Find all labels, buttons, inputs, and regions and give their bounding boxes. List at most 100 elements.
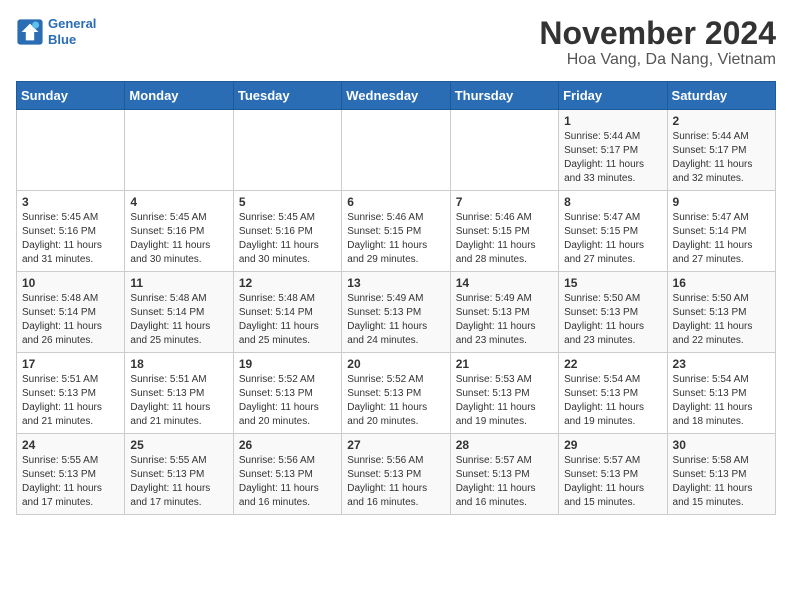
calendar-cell: 8 Sunrise: 5:47 AM Sunset: 5:15 PM Daylig… [559, 191, 667, 272]
calendar-header-row: SundayMondayTuesdayWednesdayThursdayFrid… [17, 82, 776, 110]
calendar-week-row: 10 Sunrise: 5:48 AM Sunset: 5:14 PM Dayli… [17, 272, 776, 353]
day-info: Sunrise: 5:47 AM Sunset: 5:15 PM Dayligh… [564, 211, 661, 267]
calendar-cell: 14 Sunrise: 5:49 AM Sunset: 5:13 PM Dayli… [450, 272, 558, 353]
day-info: Sunrise: 5:46 AM Sunset: 5:15 PM Dayligh… [456, 211, 553, 267]
calendar-table: SundayMondayTuesdayWednesdayThursdayFrid… [16, 81, 776, 515]
day-number: 21 [456, 357, 553, 371]
day-number: 1 [564, 114, 661, 128]
calendar-cell: 23 Sunrise: 5:54 AM Sunset: 5:13 PM Dayli… [667, 353, 775, 434]
day-number: 17 [22, 357, 119, 371]
calendar-cell: 6 Sunrise: 5:46 AM Sunset: 5:15 PM Daylig… [342, 191, 450, 272]
page-header: General Blue November 2024 Hoa Vang, Da … [16, 16, 776, 69]
day-header-tuesday: Tuesday [233, 82, 341, 110]
calendar-cell: 28 Sunrise: 5:57 AM Sunset: 5:13 PM Dayli… [450, 434, 558, 515]
calendar-cell: 22Sunrise: 5:54 AM Sunset: 5:13 PM Dayli… [559, 353, 667, 434]
calendar-cell: 13Sunrise: 5:49 AM Sunset: 5:13 PM Dayli… [342, 272, 450, 353]
day-number: 18 [130, 357, 227, 371]
calendar-week-row: 17 Sunrise: 5:51 AM Sunset: 5:13 PM Dayli… [17, 353, 776, 434]
day-info: Sunrise: 5:55 AM Sunset: 5:13 PM Dayligh… [22, 454, 119, 510]
day-info: Sunrise: 5:57 AM Sunset: 5:13 PM Dayligh… [564, 454, 661, 510]
day-info: Sunrise: 5:45 AM Sunset: 5:16 PM Dayligh… [22, 211, 119, 267]
calendar-cell [233, 110, 341, 191]
calendar-cell [450, 110, 558, 191]
day-info: Sunrise: 5:55 AM Sunset: 5:13 PM Dayligh… [130, 454, 227, 510]
calendar-cell: 18 Sunrise: 5:51 AM Sunset: 5:13 PM Dayli… [125, 353, 233, 434]
day-number: 29 [564, 438, 661, 452]
calendar-cell: 20Sunrise: 5:52 AM Sunset: 5:13 PM Dayli… [342, 353, 450, 434]
day-info: Sunrise: 5:54 AM Sunset: 5:13 PM Dayligh… [564, 373, 661, 429]
day-info: Sunrise: 5:50 AM Sunset: 5:13 PM Dayligh… [564, 292, 661, 348]
day-number: 19 [239, 357, 336, 371]
day-info: Sunrise: 5:44 AM Sunset: 5:17 PM Dayligh… [673, 130, 770, 186]
logo-line2: Blue [48, 32, 76, 47]
calendar-cell: 4 Sunrise: 5:45 AM Sunset: 5:16 PM Daylig… [125, 191, 233, 272]
day-info: Sunrise: 5:49 AM Sunset: 5:13 PM Dayligh… [456, 292, 553, 348]
calendar-cell: 19 Sunrise: 5:52 AM Sunset: 5:13 PM Dayli… [233, 353, 341, 434]
day-number: 30 [673, 438, 770, 452]
day-number: 28 [456, 438, 553, 452]
day-header-thursday: Thursday [450, 82, 558, 110]
day-number: 6 [347, 195, 444, 209]
calendar-cell [125, 110, 233, 191]
calendar-cell: 26 Sunrise: 5:56 AM Sunset: 5:13 PM Dayli… [233, 434, 341, 515]
day-header-wednesday: Wednesday [342, 82, 450, 110]
day-info: Sunrise: 5:51 AM Sunset: 5:13 PM Dayligh… [130, 373, 227, 429]
day-number: 20 [347, 357, 444, 371]
day-info: Sunrise: 5:56 AM Sunset: 5:13 PM Dayligh… [239, 454, 336, 510]
day-info: Sunrise: 5:46 AM Sunset: 5:15 PM Dayligh… [347, 211, 444, 267]
day-info: Sunrise: 5:44 AM Sunset: 5:17 PM Dayligh… [564, 130, 661, 186]
calendar-cell: 5 Sunrise: 5:45 AM Sunset: 5:16 PM Daylig… [233, 191, 341, 272]
calendar-week-row: 3 Sunrise: 5:45 AM Sunset: 5:16 PM Daylig… [17, 191, 776, 272]
day-number: 7 [456, 195, 553, 209]
day-info: Sunrise: 5:52 AM Sunset: 5:13 PM Dayligh… [239, 373, 336, 429]
logo-text: General Blue [48, 16, 96, 47]
day-number: 3 [22, 195, 119, 209]
day-info: Sunrise: 5:48 AM Sunset: 5:14 PM Dayligh… [130, 292, 227, 348]
calendar-cell: 24 Sunrise: 5:55 AM Sunset: 5:13 PM Dayli… [17, 434, 125, 515]
day-number: 10 [22, 276, 119, 290]
calendar-cell [342, 110, 450, 191]
day-info: Sunrise: 5:50 AM Sunset: 5:13 PM Dayligh… [673, 292, 770, 348]
day-header-friday: Friday [559, 82, 667, 110]
day-number: 5 [239, 195, 336, 209]
calendar-cell: 21 Sunrise: 5:53 AM Sunset: 5:13 PM Dayli… [450, 353, 558, 434]
calendar-week-row: 24 Sunrise: 5:55 AM Sunset: 5:13 PM Dayli… [17, 434, 776, 515]
day-number: 24 [22, 438, 119, 452]
calendar-cell: 3 Sunrise: 5:45 AM Sunset: 5:16 PM Daylig… [17, 191, 125, 272]
calendar-cell: 16 Sunrise: 5:50 AM Sunset: 5:13 PM Dayli… [667, 272, 775, 353]
calendar-cell: 12 Sunrise: 5:48 AM Sunset: 5:14 PM Dayli… [233, 272, 341, 353]
calendar-cell: 29 Sunrise: 5:57 AM Sunset: 5:13 PM Dayli… [559, 434, 667, 515]
day-header-monday: Monday [125, 82, 233, 110]
calendar-cell: 15 Sunrise: 5:50 AM Sunset: 5:13 PM Dayli… [559, 272, 667, 353]
day-info: Sunrise: 5:53 AM Sunset: 5:13 PM Dayligh… [456, 373, 553, 429]
day-number: 14 [456, 276, 553, 290]
calendar-cell: 10Sunrise: 5:48 AM Sunset: 5:14 PM Dayli… [17, 272, 125, 353]
logo: General Blue [16, 16, 96, 47]
day-info: Sunrise: 5:54 AM Sunset: 5:13 PM Dayligh… [673, 373, 770, 429]
calendar-cell: 25 Sunrise: 5:55 AM Sunset: 5:13 PM Dayli… [125, 434, 233, 515]
day-number: 27 [347, 438, 444, 452]
day-number: 9 [673, 195, 770, 209]
day-number: 23 [673, 357, 770, 371]
calendar-week-row: 1 Sunrise: 5:44 AM Sunset: 5:17 PM Daylig… [17, 110, 776, 191]
day-number: 15 [564, 276, 661, 290]
day-number: 16 [673, 276, 770, 290]
day-number: 4 [130, 195, 227, 209]
day-info: Sunrise: 5:47 AM Sunset: 5:14 PM Dayligh… [673, 211, 770, 267]
day-info: Sunrise: 5:48 AM Sunset: 5:14 PM Dayligh… [239, 292, 336, 348]
day-number: 12 [239, 276, 336, 290]
day-number: 25 [130, 438, 227, 452]
day-header-sunday: Sunday [17, 82, 125, 110]
calendar-cell: 9 Sunrise: 5:47 AM Sunset: 5:14 PM Daylig… [667, 191, 775, 272]
day-info: Sunrise: 5:56 AM Sunset: 5:13 PM Dayligh… [347, 454, 444, 510]
day-info: Sunrise: 5:45 AM Sunset: 5:16 PM Dayligh… [239, 211, 336, 267]
day-number: 8 [564, 195, 661, 209]
day-info: Sunrise: 5:45 AM Sunset: 5:16 PM Dayligh… [130, 211, 227, 267]
logo-icon [16, 18, 44, 46]
day-number: 13 [347, 276, 444, 290]
calendar-cell: 1 Sunrise: 5:44 AM Sunset: 5:17 PM Daylig… [559, 110, 667, 191]
day-number: 26 [239, 438, 336, 452]
day-info: Sunrise: 5:57 AM Sunset: 5:13 PM Dayligh… [456, 454, 553, 510]
calendar-title: November 2024 [539, 16, 776, 51]
calendar-cell: 7 Sunrise: 5:46 AM Sunset: 5:15 PM Daylig… [450, 191, 558, 272]
